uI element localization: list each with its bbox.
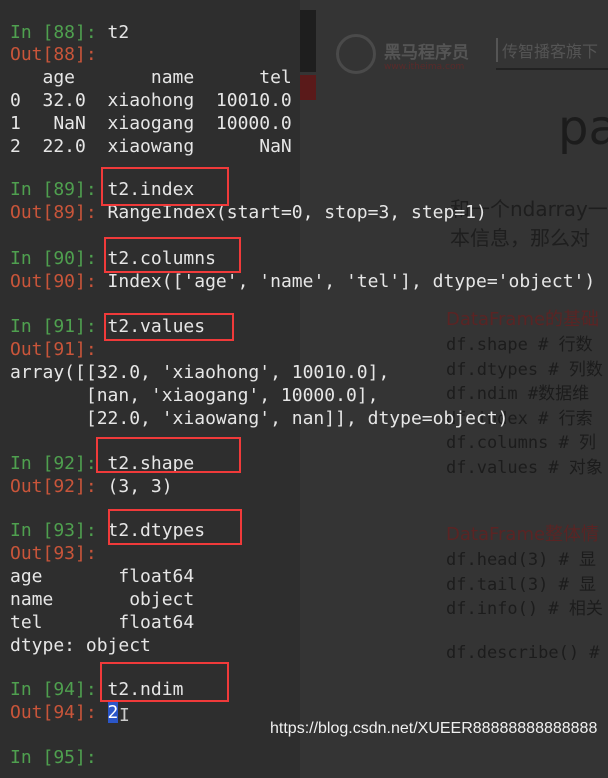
out-prompt: Out[93]: bbox=[10, 543, 97, 564]
slide-code-line: df.info() # 相关 bbox=[446, 599, 603, 619]
line-text: age name tel bbox=[10, 67, 292, 88]
line-text: name object bbox=[10, 589, 195, 610]
slide-intro-2: 本信息，那么对 bbox=[450, 226, 590, 250]
divider bbox=[496, 68, 608, 70]
slide-code-line: df.head(3) # 显 bbox=[446, 550, 597, 570]
slide-section-2: DataFrame整体情 bbox=[446, 524, 600, 545]
in-prompt: In [90]: bbox=[10, 248, 108, 269]
highlight-box-ndim bbox=[100, 662, 229, 702]
line-text: tel float64 bbox=[10, 612, 195, 633]
text-cursor-icon: I bbox=[119, 705, 130, 726]
slide-code-line: df.dtypes # 列数 bbox=[446, 359, 603, 380]
output-text: age name tel bbox=[10, 67, 292, 89]
line-text: array([[32.0, 'xiaohong', 10010.0], bbox=[10, 362, 390, 383]
input-line[interactable]: In [95]: bbox=[10, 747, 108, 769]
line-text: 2 bbox=[107, 702, 119, 723]
output-line: Out[92]: (3, 3) bbox=[10, 476, 173, 498]
line-text: 2 22.0 xiaowang NaN bbox=[10, 136, 292, 157]
out-prompt: Out[90]: bbox=[10, 271, 108, 292]
watermark: https://blog.csdn.net/XUEER8888888888888… bbox=[270, 720, 598, 737]
line-text: 0 32.0 xiaohong 10010.0 bbox=[10, 90, 292, 111]
line-text: [22.0, 'xiaowang', nan]], dtype=object) bbox=[10, 408, 509, 429]
logo-text: 黑马程序员 bbox=[384, 43, 469, 63]
output-text: [22.0, 'xiaowang', nan]], dtype=object) bbox=[10, 408, 509, 430]
horse-logo-icon bbox=[336, 34, 376, 74]
logo-url: www.itheima.com bbox=[384, 62, 465, 72]
in-prompt: In [91]: bbox=[10, 316, 108, 337]
output-line: Out[89]: RangeIndex(start=0, stop=3, ste… bbox=[10, 202, 487, 224]
output-line: Out[91]: bbox=[10, 339, 97, 361]
output-text: age float64 bbox=[10, 566, 194, 588]
output-text: dtype: object bbox=[10, 635, 151, 657]
line-text: [nan, 'xiaogang', 10000.0], bbox=[10, 385, 379, 406]
line-text: age float64 bbox=[10, 566, 195, 587]
highlight-box-dtypes bbox=[108, 509, 242, 545]
output-text: 1 NaN xiaogang 10000.0 bbox=[10, 113, 292, 135]
input-line[interactable]: In [88]: t2 bbox=[10, 22, 129, 44]
line-text: (3, 3) bbox=[107, 476, 173, 497]
slide-code-line: df.ndim #数据维 bbox=[446, 384, 590, 404]
slide-code-line: df.tail(3) # 显 bbox=[446, 574, 597, 595]
in-prompt: In [95]: bbox=[10, 747, 108, 768]
line-text: Index(['age', 'name', 'tel'], dtype='obj… bbox=[107, 271, 596, 292]
slide-section-1: DataFrame的基础 bbox=[446, 309, 600, 330]
slide-thumbnail bbox=[300, 10, 316, 72]
output-text: array([[32.0, 'xiaohong', 10010.0], bbox=[10, 362, 389, 384]
out-prompt: Out[89]: bbox=[10, 202, 108, 223]
out-prompt: Out[92]: bbox=[10, 476, 108, 497]
out-prompt: Out[94]: bbox=[10, 702, 108, 723]
output-text: tel float64 bbox=[10, 612, 194, 634]
highlight-box-index bbox=[101, 167, 229, 206]
in-prompt: In [89]: bbox=[10, 179, 108, 200]
out-prompt: Out[88]: bbox=[10, 44, 97, 65]
output-text: 0 32.0 xiaohong 10010.0 bbox=[10, 90, 292, 112]
line-text: t2 bbox=[107, 22, 130, 43]
slide-title: pa bbox=[558, 100, 608, 156]
output-line: Out[88]: bbox=[10, 44, 97, 66]
out-prompt: Out[91]: bbox=[10, 339, 97, 360]
output-line: Out[90]: Index(['age', 'name', 'tel'], d… bbox=[10, 271, 595, 293]
slide-code-line: df.shape # 行数 bbox=[446, 335, 593, 355]
slogan: 传智播客旗下 bbox=[496, 38, 598, 62]
slide-code-line: df.values # 对象 bbox=[446, 457, 603, 478]
output-text: 2 22.0 xiaowang NaN bbox=[10, 136, 292, 158]
line-text: 1 NaN xiaogang 10000.0 bbox=[10, 113, 292, 134]
line-text: dtype: object bbox=[10, 635, 151, 656]
highlight-box-values bbox=[104, 313, 234, 341]
output-text: [nan, 'xiaogang', 10000.0], bbox=[10, 385, 379, 407]
slide-code-line: df.columns # 列 bbox=[446, 433, 597, 453]
highlight-box-columns bbox=[104, 237, 241, 273]
highlight-box-shape bbox=[96, 437, 241, 473]
in-prompt: In [93]: bbox=[10, 520, 108, 541]
slide-code-line: df.describe() # bbox=[446, 643, 600, 663]
output-text: name object bbox=[10, 589, 194, 611]
in-prompt: In [94]: bbox=[10, 679, 108, 700]
output-line: Out[94]: 2 bbox=[10, 702, 119, 724]
in-prompt: In [88]: bbox=[10, 22, 108, 43]
output-line: Out[93]: bbox=[10, 543, 97, 565]
in-prompt: In [92]: bbox=[10, 453, 108, 474]
slide-thumbnail-accent bbox=[300, 75, 316, 100]
